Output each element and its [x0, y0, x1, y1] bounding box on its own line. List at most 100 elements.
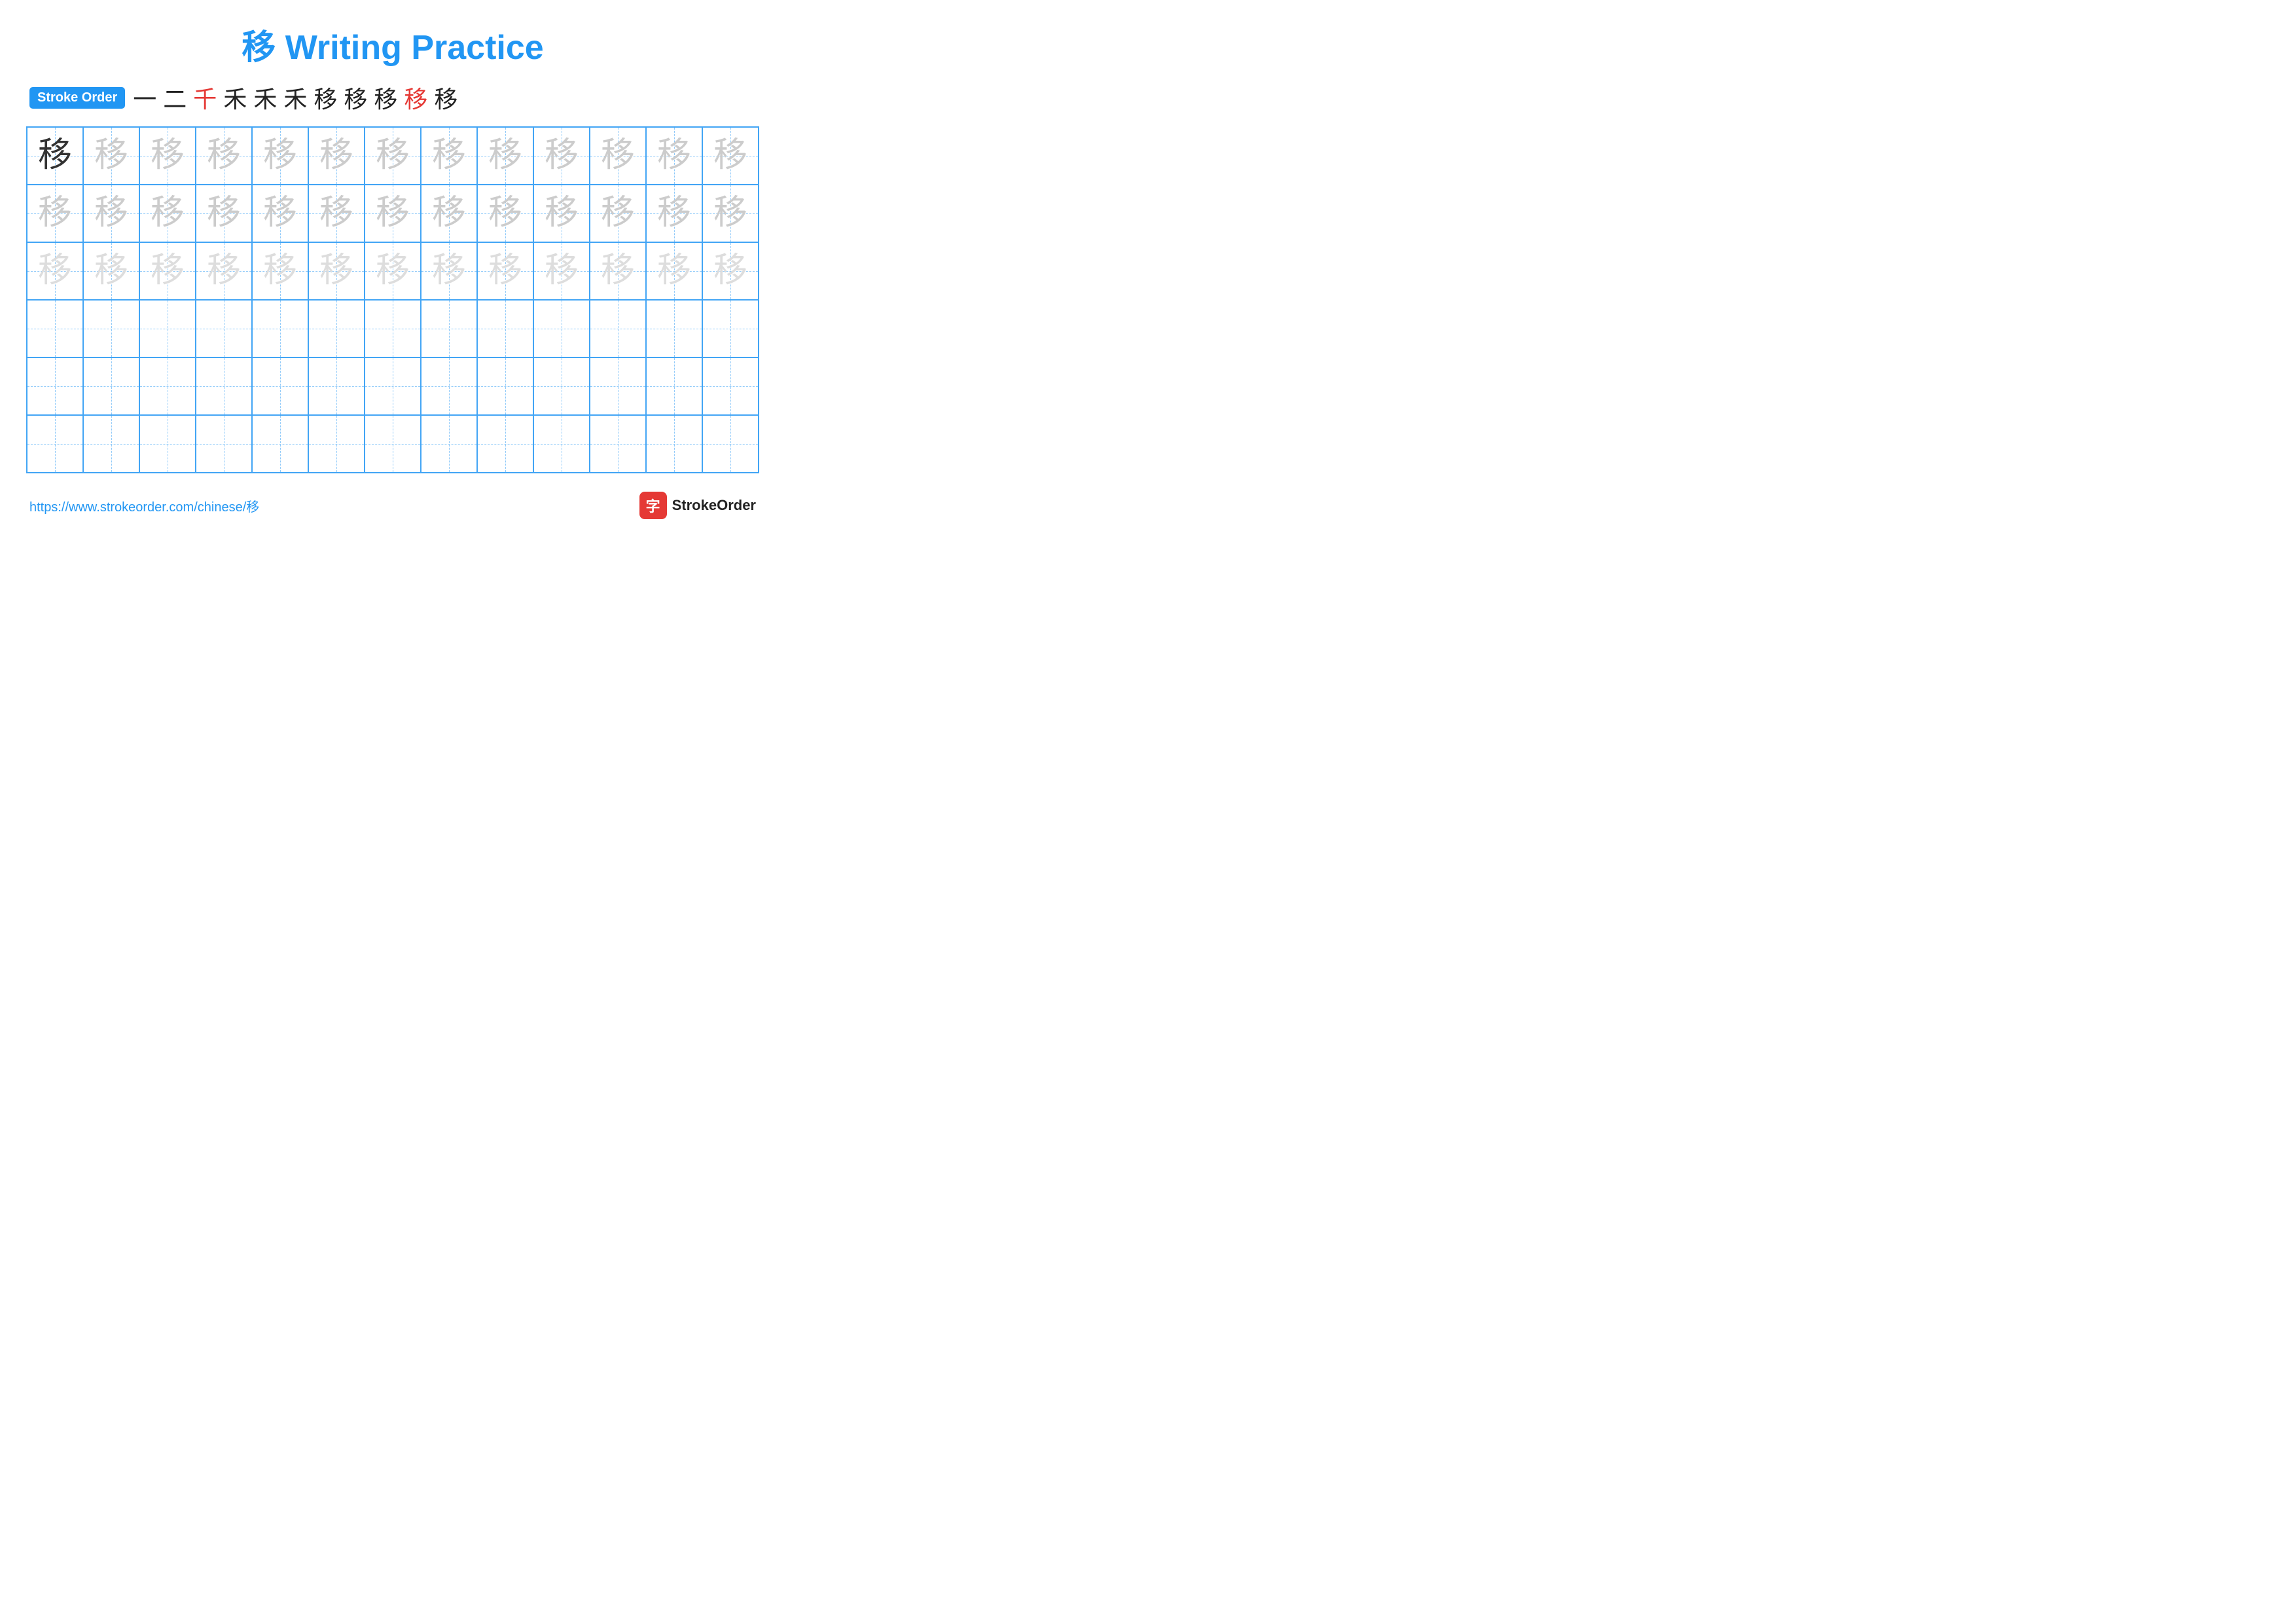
grid-cell-3-9[interactable] — [534, 301, 590, 357]
cell-char-2-0: 移 — [38, 254, 72, 288]
grid-cell-2-0[interactable]: 移 — [27, 243, 84, 299]
grid-cell-4-1[interactable] — [84, 358, 140, 414]
grid-cell-5-7[interactable] — [422, 416, 478, 472]
grid-cell-5-10[interactable] — [590, 416, 647, 472]
cell-char-0-2: 移 — [151, 139, 185, 173]
grid-cell-5-1[interactable] — [84, 416, 140, 472]
grid-cell-3-10[interactable] — [590, 301, 647, 357]
cell-char-0-9: 移 — [545, 139, 579, 173]
grid-cell-5-0[interactable] — [27, 416, 84, 472]
grid-cell-2-2[interactable]: 移 — [140, 243, 196, 299]
grid-cell-1-9[interactable]: 移 — [534, 185, 590, 242]
grid-cell-5-3[interactable] — [196, 416, 253, 472]
grid-cell-4-11[interactable] — [647, 358, 703, 414]
grid-cell-1-7[interactable]: 移 — [422, 185, 478, 242]
grid-cell-1-2[interactable]: 移 — [140, 185, 196, 242]
footer-url: https://www.strokeorder.com/chinese/移 — [29, 496, 259, 515]
grid-cell-1-5[interactable]: 移 — [309, 185, 365, 242]
grid-cell-3-3[interactable] — [196, 301, 253, 357]
grid-cell-1-12[interactable]: 移 — [703, 185, 758, 242]
grid-cell-1-0[interactable]: 移 — [27, 185, 84, 242]
grid-cell-2-1[interactable]: 移 — [84, 243, 140, 299]
grid-cell-3-1[interactable] — [84, 301, 140, 357]
grid-cell-0-5[interactable]: 移 — [309, 128, 365, 184]
grid-cell-4-5[interactable] — [309, 358, 365, 414]
grid-cell-0-6[interactable]: 移 — [365, 128, 422, 184]
stroke-char-9: 移 — [404, 81, 427, 115]
grid-cell-2-9[interactable]: 移 — [534, 243, 590, 299]
footer-logo: 字 StrokeOrder — [639, 492, 756, 519]
grid-cell-5-4[interactable] — [253, 416, 309, 472]
grid-cell-4-3[interactable] — [196, 358, 253, 414]
cell-char-0-8: 移 — [488, 139, 522, 173]
stroke-char-8: 移 — [374, 81, 397, 115]
cell-char-2-12: 移 — [713, 254, 747, 288]
grid-cell-4-8[interactable] — [478, 358, 534, 414]
grid-cell-0-8[interactable]: 移 — [478, 128, 534, 184]
grid-cell-0-4[interactable]: 移 — [253, 128, 309, 184]
grid-cell-5-2[interactable] — [140, 416, 196, 472]
grid-cell-5-11[interactable] — [647, 416, 703, 472]
grid-cell-0-0[interactable]: 移 — [27, 128, 84, 184]
grid-cell-0-7[interactable]: 移 — [422, 128, 478, 184]
grid-cell-5-9[interactable] — [534, 416, 590, 472]
grid-cell-3-2[interactable] — [140, 301, 196, 357]
cell-char-0-1: 移 — [94, 139, 128, 173]
grid-cell-4-6[interactable] — [365, 358, 422, 414]
grid-cell-1-1[interactable]: 移 — [84, 185, 140, 242]
stroke-order-badge: Stroke Order — [29, 87, 125, 109]
grid-cell-0-12[interactable]: 移 — [703, 128, 758, 184]
grid-cell-0-10[interactable]: 移 — [590, 128, 647, 184]
grid-cell-5-6[interactable] — [365, 416, 422, 472]
grid-cell-4-4[interactable] — [253, 358, 309, 414]
grid-cell-4-2[interactable] — [140, 358, 196, 414]
grid-cell-5-12[interactable] — [703, 416, 758, 472]
cell-char-0-4: 移 — [263, 139, 297, 173]
grid-cell-3-6[interactable] — [365, 301, 422, 357]
grid-cell-0-11[interactable]: 移 — [647, 128, 703, 184]
grid-cell-5-5[interactable] — [309, 416, 365, 472]
grid-cell-1-8[interactable]: 移 — [478, 185, 534, 242]
grid-cell-0-1[interactable]: 移 — [84, 128, 140, 184]
grid-cell-2-5[interactable]: 移 — [309, 243, 365, 299]
grid-cell-4-12[interactable] — [703, 358, 758, 414]
grid-cell-2-4[interactable]: 移 — [253, 243, 309, 299]
cell-char-0-5: 移 — [319, 139, 353, 173]
grid-cell-2-3[interactable]: 移 — [196, 243, 253, 299]
grid-cell-0-9[interactable]: 移 — [534, 128, 590, 184]
grid-cell-1-11[interactable]: 移 — [647, 185, 703, 242]
grid-cell-0-3[interactable]: 移 — [196, 128, 253, 184]
grid-cell-3-8[interactable] — [478, 301, 534, 357]
grid-cell-2-6[interactable]: 移 — [365, 243, 422, 299]
grid-cell-4-10[interactable] — [590, 358, 647, 414]
cell-char-2-4: 移 — [263, 254, 297, 288]
grid-cell-3-5[interactable] — [309, 301, 365, 357]
cell-char-1-2: 移 — [151, 196, 185, 230]
cell-char-0-6: 移 — [376, 139, 410, 173]
grid-cell-3-7[interactable] — [422, 301, 478, 357]
grid-cell-1-3[interactable]: 移 — [196, 185, 253, 242]
cell-char-2-3: 移 — [207, 254, 241, 288]
grid-cell-3-4[interactable] — [253, 301, 309, 357]
grid-cell-2-7[interactable]: 移 — [422, 243, 478, 299]
grid-cell-0-2[interactable]: 移 — [140, 128, 196, 184]
cell-char-1-3: 移 — [207, 196, 241, 230]
cell-char-2-6: 移 — [376, 254, 410, 288]
grid-cell-1-6[interactable]: 移 — [365, 185, 422, 242]
grid-cell-5-8[interactable] — [478, 416, 534, 472]
grid-cell-2-12[interactable]: 移 — [703, 243, 758, 299]
grid-cell-3-11[interactable] — [647, 301, 703, 357]
grid-cell-4-0[interactable] — [27, 358, 84, 414]
grid-cell-1-4[interactable]: 移 — [253, 185, 309, 242]
grid-cell-4-9[interactable] — [534, 358, 590, 414]
grid-cell-2-11[interactable]: 移 — [647, 243, 703, 299]
grid-cell-1-10[interactable]: 移 — [590, 185, 647, 242]
grid-cell-3-12[interactable] — [703, 301, 758, 357]
grid-cell-2-8[interactable]: 移 — [478, 243, 534, 299]
grid-cell-4-7[interactable] — [422, 358, 478, 414]
grid-cell-2-10[interactable]: 移 — [590, 243, 647, 299]
grid-cell-3-0[interactable] — [27, 301, 84, 357]
stroke-char-7: 移 — [344, 81, 367, 115]
grid-row-1: 移移移移移移移移移移移移移 — [27, 185, 758, 243]
cell-char-2-7: 移 — [432, 254, 466, 288]
